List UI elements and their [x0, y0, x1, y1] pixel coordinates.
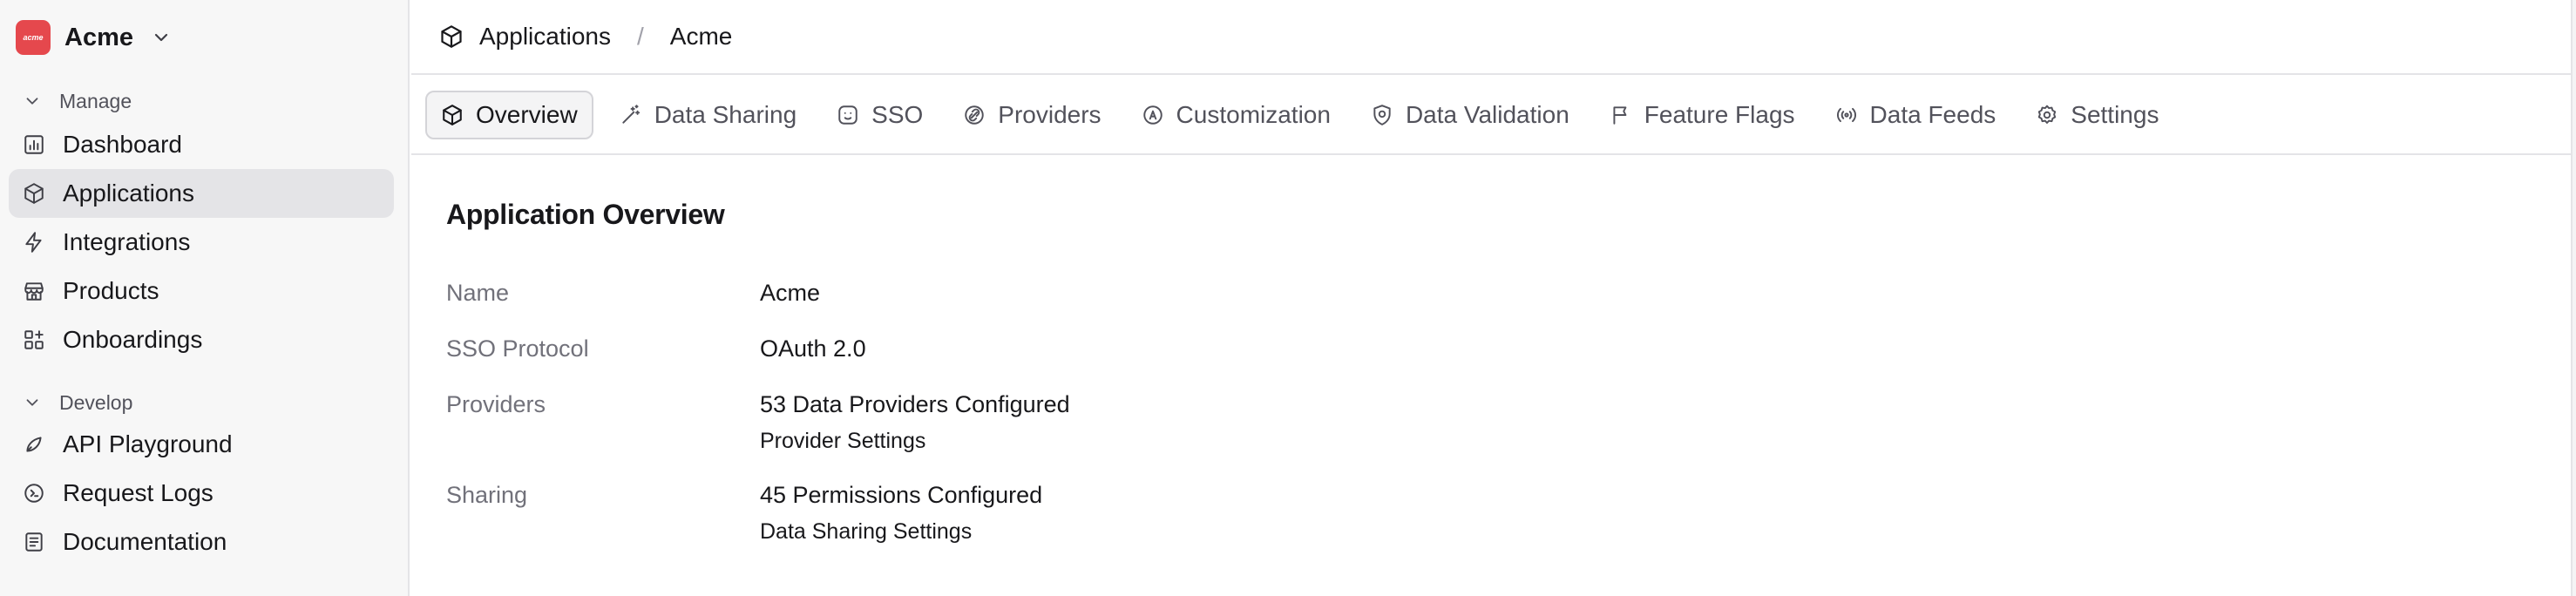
sidebar-item-integrations[interactable]: Integrations [9, 218, 394, 267]
tab-label: Data Validation [1405, 101, 1569, 128]
section-develop-label: Develop [59, 390, 133, 414]
section-manage[interactable]: Manage [0, 85, 408, 117]
detail-label: SSO Protocol [446, 335, 589, 362]
chevron-down-icon [154, 33, 168, 42]
breadcrumb: Applications / Acme [411, 0, 2571, 75]
sidebar: acme Acme Manage Dashboard Applications … [0, 0, 410, 596]
tab-providers[interactable]: Providers [949, 91, 1115, 139]
sidebar-item-label: Documentation [63, 528, 227, 555]
sidebar-item-request-logs[interactable]: Request Logs [9, 469, 394, 518]
breadcrumb-separator: / [636, 23, 644, 50]
broadcast-icon [1836, 107, 1856, 123]
bar-chart-icon [24, 135, 44, 154]
detail-label: Sharing [446, 482, 528, 508]
detail-value: OAuth 2.0 [760, 335, 866, 362]
lightning-icon [25, 232, 42, 253]
wand-icon [622, 105, 640, 124]
tab-label: Data Sharing [654, 101, 797, 128]
sidebar-item-label: Onboardings [63, 326, 203, 353]
breadcrumb-current: Acme [669, 23, 733, 50]
sidebar-item-api-playground[interactable]: API Playground [9, 420, 394, 469]
detail-row-name: Name Acme [446, 280, 2541, 335]
sidebar-item-dashboard[interactable]: Dashboard [9, 120, 394, 169]
overview-panel: Application Overview Name Acme SSO Proto… [446, 199, 2541, 560]
tab-overview[interactable]: Overview [425, 91, 593, 139]
detail-value: Acme [760, 280, 821, 306]
detail-value: 53 Data Providers Configured [760, 391, 1070, 417]
chevron-down-icon [26, 399, 38, 406]
terminal-icon [24, 484, 44, 503]
cube-icon [441, 25, 462, 48]
page-title: Application Overview [446, 199, 725, 230]
scrollbar[interactable] [2571, 0, 2576, 596]
sidebar-item-label: Products [63, 277, 159, 304]
breadcrumb-applications[interactable]: Applications [439, 23, 611, 51]
tab-data-feeds[interactable]: Data Feeds [1821, 91, 2010, 139]
sidebar-item-label: Integrations [63, 228, 191, 255]
gear-icon [2038, 105, 2057, 124]
org-name: Acme [64, 23, 133, 51]
tab-bar: Overview Data Sharing SSO Providers Cust… [411, 77, 2571, 155]
rocket-icon [26, 437, 42, 452]
detail-row-providers: Providers 53 Data Providers Configured P… [446, 391, 2541, 482]
store-icon [24, 282, 44, 301]
provider-settings-link[interactable]: Provider Settings [760, 429, 1070, 454]
book-icon [25, 532, 43, 552]
sidebar-item-label: API Playground [63, 430, 233, 457]
tab-label: Data Feeds [1869, 101, 1996, 128]
tab-feature-flags[interactable]: Feature Flags [1596, 91, 1809, 139]
link-icon [965, 105, 985, 125]
sidebar-item-applications[interactable]: Applications [9, 169, 394, 218]
sidebar-item-documentation[interactable]: Documentation [9, 518, 394, 566]
shield-icon [1373, 105, 1391, 125]
section-develop[interactable]: Develop [0, 387, 408, 418]
tab-settings[interactable]: Settings [2022, 91, 2173, 139]
sidebar-item-label: Dashboard [63, 131, 182, 158]
detail-row-sso-protocol: SSO Protocol OAuth 2.0 [446, 335, 2541, 391]
detail-row-sharing: Sharing 45 Permissions Configured Data S… [446, 482, 2541, 560]
smiley-icon [838, 105, 858, 125]
tab-customization[interactable]: Customization [1128, 91, 1345, 139]
tab-label: Feature Flags [1644, 101, 1795, 128]
chevron-down-icon [26, 98, 38, 105]
tab-sso[interactable]: SSO [823, 91, 937, 139]
sidebar-item-products[interactable]: Products [9, 267, 394, 315]
tab-label: Overview [476, 101, 578, 128]
sidebar-item-onboardings[interactable]: Onboardings [9, 315, 394, 364]
sidebar-item-label: Applications [63, 179, 194, 207]
tab-data-validation[interactable]: Data Validation [1357, 91, 1583, 139]
org-switcher[interactable]: acme Acme [0, 0, 408, 75]
overview-details: Name Acme SSO Protocol OAuth 2.0 Provide… [446, 280, 2541, 560]
grid-plus-icon [24, 330, 44, 349]
detail-value: 45 Permissions Configured [760, 482, 1043, 508]
tab-label: Settings [2071, 101, 2159, 128]
data-sharing-settings-link[interactable]: Data Sharing Settings [760, 519, 1042, 545]
cube-icon [443, 105, 462, 125]
tab-data-sharing[interactable]: Data Sharing [606, 91, 810, 139]
sidebar-item-label: Request Logs [63, 479, 214, 506]
section-manage-label: Manage [59, 89, 132, 112]
tab-label: SSO [871, 101, 924, 128]
org-logo: acme [16, 20, 51, 55]
detail-label: Providers [446, 391, 546, 417]
cube-icon [24, 183, 44, 204]
tab-label: Providers [998, 101, 1102, 128]
breadcrumb-root-label: Applications [479, 23, 611, 50]
detail-label: Name [446, 280, 510, 306]
tab-label: Customization [1176, 101, 1331, 128]
flag-icon [1613, 106, 1627, 125]
at-icon [1142, 105, 1163, 125]
